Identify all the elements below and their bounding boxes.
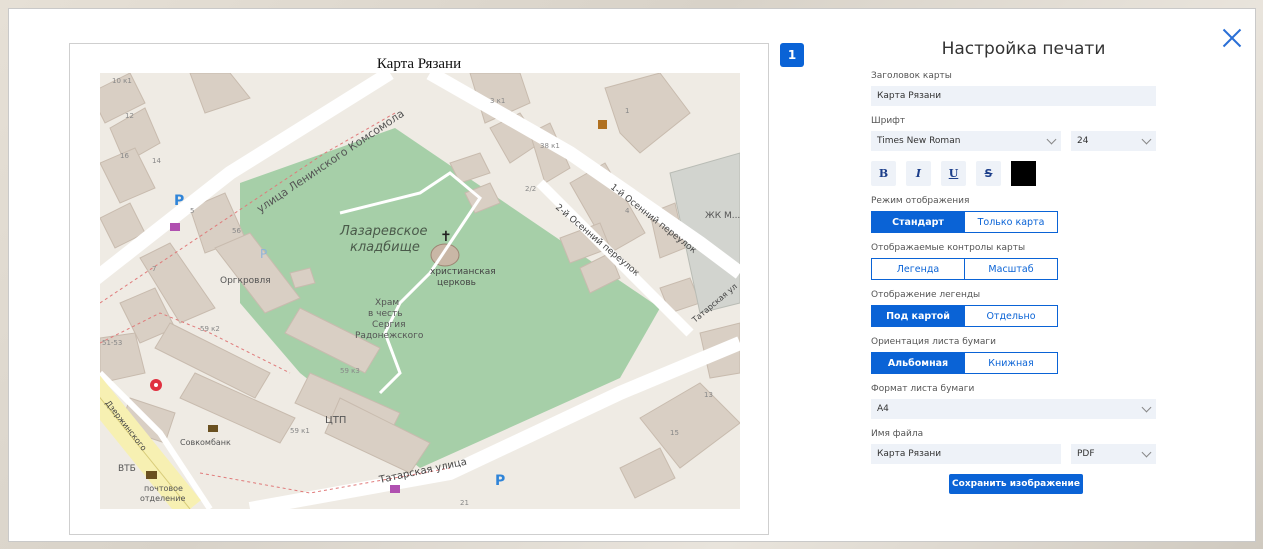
svg-text:13: 13 [704,391,713,399]
svg-text:14: 14 [152,157,161,165]
svg-text:3 к1: 3 к1 [490,97,505,105]
svg-text:P: P [174,193,184,209]
print-preview-sheet: Карта Рязани P P P ✝ улица Ленинского Ко… [69,43,769,535]
svg-text:1: 1 [625,107,629,115]
italic-button[interactable]: I [906,161,931,186]
chevron-down-icon [1141,447,1152,457]
svg-text:в честь: в честь [368,309,403,319]
map-label-sovkombank: Совкомбанк [180,438,231,447]
map-label-orgkrovlya: Оргкровля [220,276,271,286]
controls-legend[interactable]: Легенда [872,259,964,279]
svg-text:59 к1: 59 к1 [290,427,310,435]
filename-input[interactable]: Карта Рязани [871,444,1061,464]
map-label-church-1: христианская [430,267,496,277]
svg-text:51-53: 51-53 [102,339,122,347]
font-size-value: 24 [1077,136,1089,146]
paper-format-value: A4 [877,404,889,414]
map-label-zhk: ЖК М... [705,211,740,221]
svg-text:Сергия: Сергия [372,320,406,330]
svg-text:16: 16 [120,152,129,160]
svg-text:P: P [495,473,505,489]
panel-title: Настройка печати [941,39,1106,59]
font-value: Times New Roman [877,136,961,146]
filename-label: Имя файла [871,429,924,439]
orientation-label: Ориентация листа бумаги [871,337,997,347]
map-preview[interactable]: P P P ✝ улица Ленинского Комсомола Лазар… [100,73,740,509]
svg-text:P: P [260,247,267,261]
legend-separate[interactable]: Отдельно [964,306,1057,326]
svg-text:12: 12 [125,112,134,120]
chevron-down-icon [1046,134,1057,144]
save-image-button[interactable]: Сохранить изображение [949,474,1083,494]
svg-text:отделение: отделение [140,494,185,503]
print-settings-panel: Настройка печати Заголовок карты Карта Р… [871,39,1156,494]
svg-text:10 к1: 10 к1 [112,77,132,85]
strikethrough-button[interactable]: S [976,161,1001,186]
map-title-input[interactable]: Карта Рязани [871,86,1156,106]
map-title-label: Заголовок карты [871,71,952,81]
map-label-ctp: ЦТП [325,415,346,426]
bold-button[interactable]: B [871,161,896,186]
svg-text:2/2: 2/2 [525,185,536,193]
preview-map-title: Карта Рязани [376,56,462,72]
svg-text:✝: ✝ [440,229,452,245]
map-label-church-2: церковь [437,278,476,288]
chevron-down-icon [1141,402,1152,412]
display-mode-label: Режим отображения [871,196,970,206]
print-settings-modal: Карта Рязани P P P ✝ улица Ленинского Ко… [8,8,1256,542]
svg-text:59 к2: 59 к2 [200,325,220,333]
orientation-portrait[interactable]: Книжная [964,353,1057,373]
paper-format-select[interactable]: A4 [871,399,1156,419]
orientation-landscape[interactable]: Альбомная [872,353,964,373]
svg-text:7: 7 [152,265,156,273]
display-mode-standard[interactable]: Стандарт [872,212,964,232]
map-label-temple-1: Храм [375,298,399,308]
svg-text:59 к3: 59 к3 [340,367,360,375]
svg-text:21: 21 [460,499,469,507]
font-label: Шрифт [871,116,906,126]
controls-label: Отображаемые контролы карты [871,243,1026,253]
legend-under-map[interactable]: Под картой [872,306,964,326]
file-type-select[interactable]: PDF [1071,444,1156,464]
legend-label: Отображение легенды [871,290,981,300]
map-canvas: P P P ✝ улица Ленинского Комсомола Лазар… [100,73,740,509]
chevron-down-icon [1141,134,1152,144]
svg-text:5: 5 [190,207,194,215]
controls-scale[interactable]: Масштаб [964,259,1057,279]
svg-text:56: 56 [232,227,241,235]
svg-text:Радонежского: Радонежского [355,331,424,341]
page-number-button[interactable]: 1 [780,43,804,67]
font-select[interactable]: Times New Roman [871,131,1061,151]
map-label-cemetery-1: Лазаревское [339,224,427,239]
legend-toggle: Под картой Отдельно [871,305,1058,327]
paper-format-label: Формат листа бумаги [871,384,975,394]
controls-toggle: Легенда Масштаб [871,258,1058,280]
display-mode-toggle: Стандарт Только карта [871,211,1058,233]
map-title-value: Карта Рязани [877,91,942,101]
svg-text:15: 15 [670,429,679,437]
display-mode-map-only[interactable]: Только карта [964,212,1057,232]
map-label-cemetery-2: кладбище [350,240,420,255]
svg-text:почтовое: почтовое [144,484,183,493]
close-icon[interactable] [1221,27,1243,49]
underline-button[interactable]: U [941,161,966,186]
svg-text:38 к1: 38 к1 [540,142,560,150]
file-type-value: PDF [1077,449,1095,459]
map-label-vtb: ВТБ [118,464,136,474]
orientation-toggle: Альбомная Книжная [871,352,1058,374]
font-size-select[interactable]: 24 [1071,131,1156,151]
text-color-picker[interactable] [1011,161,1036,186]
filename-value: Карта Рязани [877,449,942,459]
svg-text:4: 4 [625,207,630,215]
